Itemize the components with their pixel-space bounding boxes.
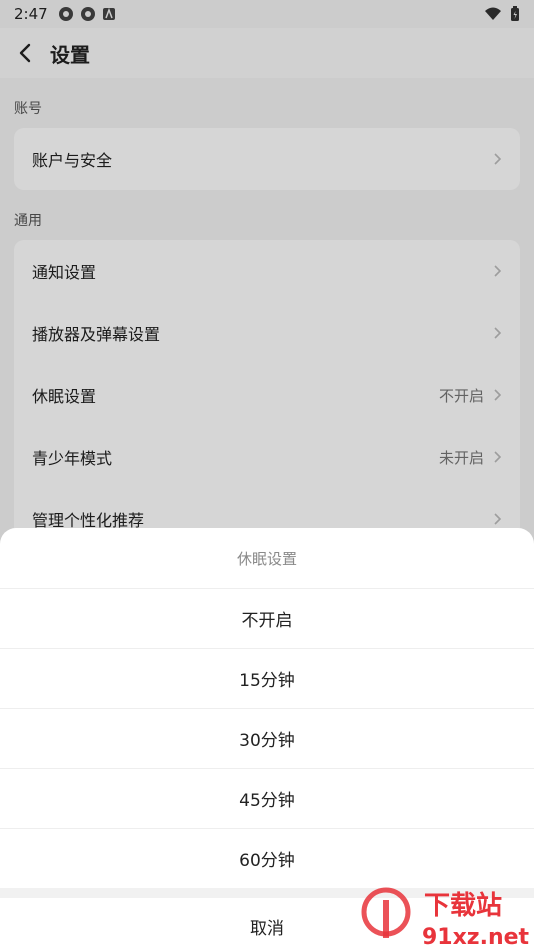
sleep-option-off[interactable]: 不开启 [0,589,534,649]
watermark-text-secondary: 91xz.net [422,925,530,950]
sleep-option-45min[interactable]: 45分钟 [0,769,534,829]
watermark-text-primary: 下载站 [424,891,502,921]
watermark-logo: 下载站 91xz.net [361,887,530,950]
sheet-title: 休眠设置 [0,528,534,589]
sleep-option-60min[interactable]: 60分钟 [0,829,534,888]
watermark: 下载站 91xz.net [356,882,534,950]
sleep-option-30min[interactable]: 30分钟 [0,709,534,769]
sleep-option-15min[interactable]: 15分钟 [0,649,534,709]
